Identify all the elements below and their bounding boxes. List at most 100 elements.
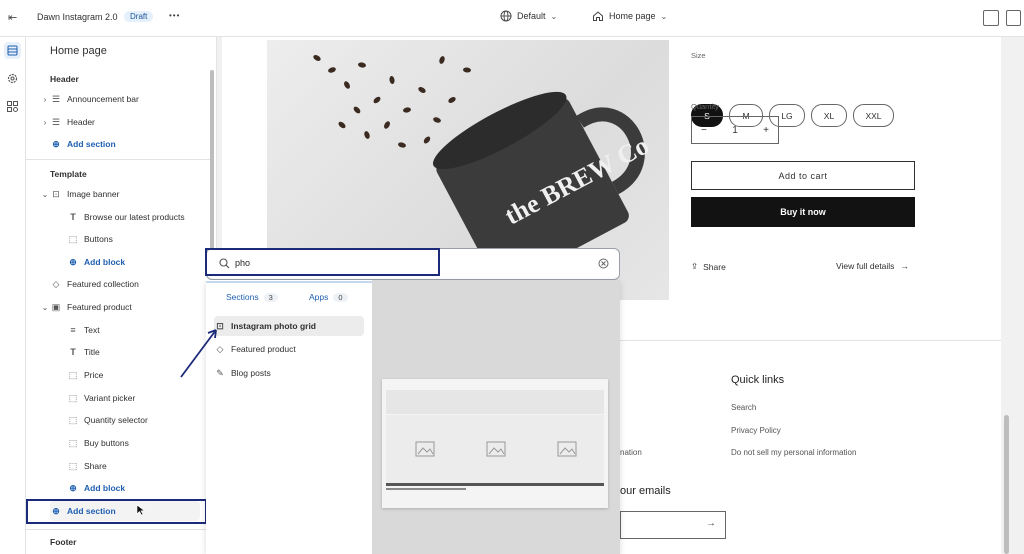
sidebar-item-image-banner[interactable]: ⌄ ⊡ Image banner xyxy=(40,184,225,204)
preview-scrollbar[interactable] xyxy=(1004,415,1009,554)
quick-links-title: Quick links xyxy=(731,374,785,386)
thumbnail-footer-bar xyxy=(386,488,466,490)
dashed-square-icon: ⬚ xyxy=(68,392,78,403)
search-results-panel: Sections 3 Apps 0 ⊡ Instagram photo grid… xyxy=(206,280,620,554)
arrow-right-icon: → xyxy=(900,261,909,271)
theme-selector[interactable]: Default ⌄ xyxy=(500,10,557,22)
desktop-preview-icon[interactable] xyxy=(1006,10,1021,26)
section-icon: ☰ xyxy=(51,93,61,104)
result-label: Instagram photo grid xyxy=(231,321,316,331)
tab-sections[interactable]: Sections 3 xyxy=(226,292,278,302)
theme-selector-label: Default xyxy=(517,11,546,21)
block-label: Share xyxy=(84,461,107,471)
icon-rail xyxy=(0,37,26,554)
view-full-details-link[interactable]: View full details → xyxy=(836,261,909,271)
store-name: Dawn Instagram 2.0 xyxy=(37,12,118,22)
quantity-increase-button[interactable]: + xyxy=(763,125,769,136)
inspector-toggle-icon[interactable] xyxy=(983,10,999,26)
annotation-highlight-box xyxy=(26,499,207,524)
divider xyxy=(26,159,211,160)
sidebar-item-label: Image banner xyxy=(67,189,120,199)
thumbnail-footer-bar xyxy=(386,483,604,486)
result-featured-product[interactable]: ◇ Featured product xyxy=(214,339,364,359)
status-badge: Draft xyxy=(124,11,154,22)
align-icon: ≡ xyxy=(70,325,76,335)
divider xyxy=(26,529,211,530)
sidebar-item-label: Header xyxy=(67,117,95,127)
block-label: Title xyxy=(84,347,100,357)
tab-label: Apps xyxy=(309,292,329,302)
count-badge: 0 xyxy=(333,292,348,302)
sidebar-item-announcement-bar[interactable]: › ☰ Announcement bar xyxy=(40,89,225,109)
footer-link-do-not-sell[interactable]: Do not sell my personal information xyxy=(731,448,856,457)
chevron-down-icon: ⌄ xyxy=(41,302,49,312)
block-label: Buttons xyxy=(84,234,113,244)
subscribe-arrow-button[interactable]: → xyxy=(706,518,716,529)
text-icon: T xyxy=(70,347,76,357)
block-label: Buy buttons xyxy=(84,438,129,448)
sidebar-item-header[interactable]: › ☰ Header xyxy=(40,112,225,132)
chevron-down-icon: ⌄ xyxy=(550,11,558,21)
annotation-arrow xyxy=(180,329,217,378)
clear-search-icon[interactable] xyxy=(598,258,609,269)
block-label: Browse our latest products xyxy=(84,212,185,222)
sidebar-item-featured-product[interactable]: ⌄ ▣ Featured product xyxy=(40,297,225,317)
chevron-down-icon: ⌄ xyxy=(41,189,49,199)
size-option-xxl[interactable]: XXL xyxy=(853,104,894,127)
result-blog-posts[interactable]: ✎ Blog posts xyxy=(214,363,364,383)
footer-link-search[interactable]: Search xyxy=(731,403,756,412)
block-label: Text xyxy=(84,325,100,335)
home-icon xyxy=(593,11,603,21)
block-label: Price xyxy=(84,370,104,380)
exit-icon[interactable]: ⇤ xyxy=(8,11,17,24)
tab-label: Sections xyxy=(226,292,259,302)
image-icon: ⊡ xyxy=(52,188,60,199)
sections-icon xyxy=(7,45,18,56)
buy-it-now-button[interactable]: Buy it now xyxy=(691,197,915,227)
dashed-square-icon: ⬚ xyxy=(68,369,78,380)
add-to-cart-button[interactable]: Add to cart xyxy=(691,161,915,190)
newsletter-heading: our emails xyxy=(620,485,671,497)
sidebar-scrollbar[interactable] xyxy=(210,70,214,250)
header-add-section-button[interactable]: ⊕ Add section xyxy=(50,134,235,154)
block-label: Variant picker xyxy=(84,393,136,403)
size-option-xl[interactable]: XL xyxy=(811,104,847,127)
theme-settings-rail-button[interactable] xyxy=(4,70,21,87)
plus-circle-icon: ⊕ xyxy=(69,256,77,267)
app-embeds-rail-button[interactable] xyxy=(4,98,21,115)
dashed-square-icon: ⬚ xyxy=(68,414,78,425)
result-label: Blog posts xyxy=(231,368,271,378)
add-block-label: Add block xyxy=(84,257,126,267)
group-footer-label: Footer xyxy=(50,537,77,547)
footer-link-privacy[interactable]: Privacy Policy xyxy=(731,426,781,435)
sections-rail-button[interactable] xyxy=(4,42,21,59)
quantity-decrease-button[interactable]: − xyxy=(701,125,707,136)
sidebar-item-label: Featured product xyxy=(67,302,132,312)
page-selector[interactable]: Home page ⌄ xyxy=(592,10,667,22)
sidebar-item-label: Announcement bar xyxy=(67,94,139,104)
plus-circle-icon: ⊕ xyxy=(69,482,77,493)
cursor-icon: ⬚ xyxy=(68,233,78,244)
section-preview-thumbnail xyxy=(382,379,608,508)
page-selector-label: Home page xyxy=(609,11,656,21)
chevron-down-icon: ⌄ xyxy=(660,11,668,21)
quantity-label: Quantity xyxy=(691,102,719,111)
share-label: Share xyxy=(703,261,726,272)
plus-circle-icon: ⊕ xyxy=(52,138,60,149)
product-icon: ▣ xyxy=(51,301,61,312)
chevron-right-icon: › xyxy=(43,94,47,104)
gear-icon xyxy=(7,73,18,84)
add-section-label: Add section xyxy=(67,139,116,149)
sections-sidebar: Home page Header › ☰ Announcement bar › … xyxy=(26,37,217,554)
share-button[interactable]: ⇪ Share xyxy=(691,261,726,272)
more-actions-button[interactable]: ••• xyxy=(169,11,180,20)
size-label: Size xyxy=(691,51,706,60)
group-template-label: Template xyxy=(50,169,87,179)
annotation-search-highlight xyxy=(205,248,440,276)
chevron-right-icon: › xyxy=(43,117,47,127)
quantity-value[interactable]: 1 xyxy=(732,125,738,136)
image-placeholder-icon xyxy=(486,441,506,457)
footer-partial-text: nation xyxy=(620,448,642,457)
tab-apps[interactable]: Apps 0 xyxy=(309,292,348,302)
result-instagram-photo-grid[interactable]: ⊡ Instagram photo grid xyxy=(214,316,364,336)
